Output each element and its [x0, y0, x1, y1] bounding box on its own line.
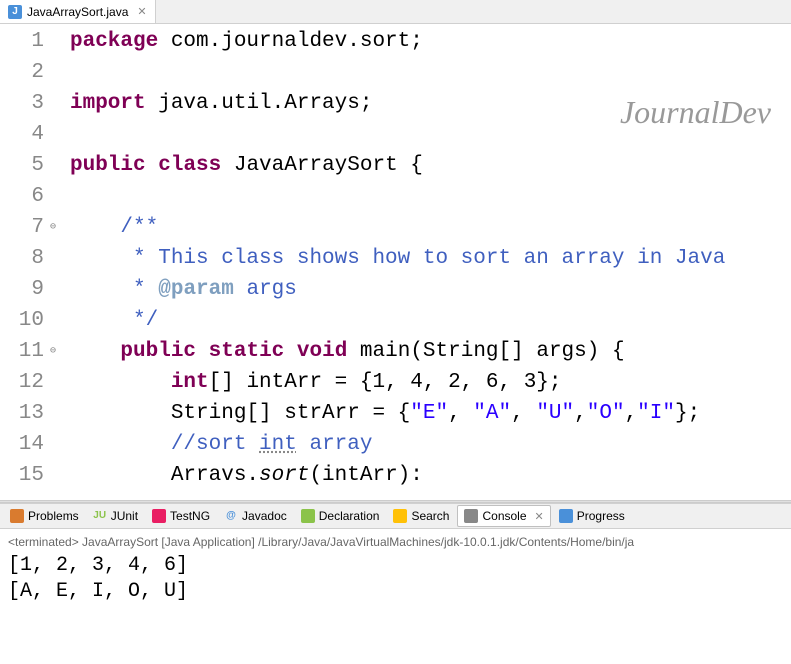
- view-tab-label: TestNG: [170, 509, 210, 523]
- code-line[interactable]: String[] strArr = {"E", "A", "U","O","I"…: [70, 398, 791, 429]
- code-line[interactable]: /**: [70, 212, 791, 243]
- problems-icon: [10, 509, 24, 523]
- console-output: [1, 2, 3, 4, 6][A, E, I, O, U]: [8, 549, 783, 605]
- view-tab-progress[interactable]: Progress: [553, 506, 631, 526]
- line-number: 15: [4, 460, 44, 491]
- declaration-icon: [301, 509, 315, 523]
- line-number: 9: [4, 274, 44, 305]
- code-line[interactable]: [70, 181, 791, 212]
- view-tab-testng[interactable]: TestNG: [146, 506, 216, 526]
- code-line[interactable]: [70, 119, 791, 150]
- testng-icon: [152, 509, 166, 523]
- view-tab-declaration[interactable]: Declaration: [295, 506, 386, 526]
- line-number: 5: [4, 150, 44, 181]
- line-number: 10: [4, 305, 44, 336]
- view-tab-label: Search: [411, 509, 449, 523]
- line-number: 2: [4, 57, 44, 88]
- line-number: 14: [4, 429, 44, 460]
- line-number: 6: [4, 181, 44, 212]
- javadoc-icon: @: [224, 509, 238, 523]
- line-number-gutter: 1234567⊖891011⊖12131415: [0, 24, 52, 500]
- file-tab-label: JavaArraySort.java: [27, 5, 128, 19]
- line-number: 4: [4, 119, 44, 150]
- code-line[interactable]: */: [70, 305, 791, 336]
- code-line[interactable]: package com.journaldev.sort;: [70, 26, 791, 57]
- line-number: 3: [4, 88, 44, 119]
- views-tab-bar: Problems JU JUnit TestNG @ Javadoc Declaration…: [0, 503, 791, 529]
- console-icon: [464, 509, 478, 523]
- view-tab-label: JUnit: [111, 509, 138, 523]
- line-number: 12: [4, 367, 44, 398]
- code-line[interactable]: [70, 57, 791, 88]
- search-icon: [393, 509, 407, 523]
- view-tab-label: Problems: [28, 509, 79, 523]
- view-tab-label: Javadoc: [242, 509, 287, 523]
- view-tab-junit[interactable]: JU JUnit: [87, 506, 144, 526]
- code-line[interactable]: public class JavaArraySort {: [70, 150, 791, 181]
- console-status: <terminated> JavaArraySort [Java Applica…: [8, 535, 783, 549]
- view-tab-search[interactable]: Search: [387, 506, 455, 526]
- progress-icon: [559, 509, 573, 523]
- line-number: 8: [4, 243, 44, 274]
- code-line[interactable]: import java.util.Arrays;: [70, 88, 791, 119]
- code-line[interactable]: public static void main(String[] args) {: [70, 336, 791, 367]
- console-output-line: [A, E, I, O, U]: [8, 579, 783, 605]
- line-number: 1: [4, 26, 44, 57]
- close-icon[interactable]: ✕: [535, 510, 544, 523]
- view-tab-problems[interactable]: Problems: [4, 506, 85, 526]
- view-tab-label: Declaration: [319, 509, 380, 523]
- code-line[interactable]: Arravs.sort(intArr):: [70, 460, 791, 491]
- code-line[interactable]: //sort int array: [70, 429, 791, 460]
- junit-icon: JU: [93, 509, 107, 523]
- view-tab-javadoc[interactable]: @ Javadoc: [218, 506, 293, 526]
- line-number: 7⊖: [4, 212, 44, 243]
- code-line[interactable]: * @param args: [70, 274, 791, 305]
- view-tab-label: Console: [482, 509, 526, 523]
- line-number: 11⊖: [4, 336, 44, 367]
- console-panel: <terminated> JavaArraySort [Java Applica…: [0, 529, 791, 611]
- console-output-line: [1, 2, 3, 4, 6]: [8, 553, 783, 579]
- view-tab-console[interactable]: Console ✕: [457, 505, 550, 527]
- file-tab[interactable]: J JavaArraySort.java ✕: [0, 0, 156, 23]
- view-tab-label: Progress: [577, 509, 625, 523]
- line-number: 13: [4, 398, 44, 429]
- java-file-icon: J: [8, 5, 22, 19]
- editor-tab-bar: J JavaArraySort.java ✕: [0, 0, 791, 24]
- code-editor[interactable]: 1234567⊖891011⊖12131415 package com.jour…: [0, 24, 791, 500]
- close-icon[interactable]: ✕: [137, 5, 146, 18]
- code-content[interactable]: package com.journaldev.sort; import java.…: [52, 24, 791, 500]
- code-line[interactable]: int[] intArr = {1, 4, 2, 6, 3};: [70, 367, 791, 398]
- code-line[interactable]: * This class shows how to sort an array …: [70, 243, 791, 274]
